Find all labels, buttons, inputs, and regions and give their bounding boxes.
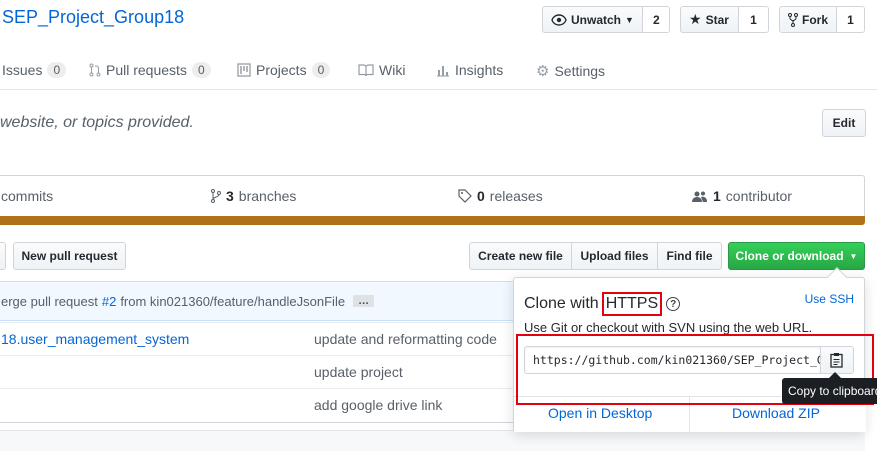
tab-wiki[interactable]: Wiki (358, 62, 405, 78)
contributors-count: 1 (713, 188, 721, 204)
branch-icon (211, 189, 221, 203)
tab-issues[interactable]: Issues 0 (2, 62, 67, 78)
star-icon: ★ (689, 11, 702, 27)
forks-count[interactable]: 1 (836, 7, 864, 32)
new-pull-request-button[interactable]: New pull request (13, 242, 126, 270)
numbers-summary: commits 3 branches 0 releases 1 contribu… (0, 175, 865, 217)
project-icon (237, 63, 251, 77)
star-label: Star (705, 12, 729, 27)
releases-label: releases (489, 188, 543, 204)
file-commit-message[interactable]: update and reformatting code (314, 331, 497, 347)
clone-or-download-label: Clone or download (735, 249, 844, 263)
branches-count: 3 (226, 188, 234, 204)
clone-subtitle: Use Git or checkout with SVN using the w… (524, 320, 813, 335)
copy-tooltip: Copy to clipboard (782, 378, 877, 404)
book-icon (358, 63, 374, 76)
fork-icon (788, 12, 798, 27)
eye-icon (551, 13, 567, 26)
tab-insights-label: Insights (455, 62, 504, 78)
commit-message-suffix: from kin021360/feature/handleJsonFile (120, 293, 346, 309)
pull-request-icon (89, 63, 101, 77)
protocol-label: HTTPS (601, 292, 663, 316)
contributors-link[interactable]: 1 contributor (692, 188, 792, 204)
file-name-link[interactable]: 18.user_management_system (1, 331, 189, 347)
create-new-file-button[interactable]: Create new file (469, 242, 572, 270)
latest-commit: erge pull request #2 from kin021360/feat… (0, 281, 514, 321)
commits-link[interactable]: commits (1, 188, 53, 204)
clone-title-prefix: Clone with (524, 295, 599, 312)
dropdown-caret-icon: ▼ (849, 251, 858, 261)
language-bar[interactable] (0, 216, 865, 225)
tab-pull-requests[interactable]: Pull requests 0 (89, 62, 211, 78)
tab-issues-label: Issues (2, 62, 43, 78)
issues-counter: 0 (47, 62, 67, 78)
gear-icon: ⚙ (536, 63, 550, 80)
repo-title[interactable]: SEP_Project_Group18 (2, 7, 184, 28)
branches-link[interactable]: 3 branches (211, 188, 296, 204)
dropdown-caret-icon: ▼ (625, 14, 634, 25)
expand-commit-button[interactable]: … (353, 295, 375, 307)
readme-header (0, 430, 865, 451)
clone-title: Clone with HTTPS ? (524, 292, 681, 316)
download-zip-link[interactable]: Download ZIP (732, 405, 820, 421)
pull-requests-counter: 0 (191, 62, 211, 78)
tab-settings-label: Settings (554, 63, 606, 79)
watchers-count[interactable]: 2 (641, 7, 669, 32)
dropdown-caret (827, 267, 847, 287)
file-commit-message[interactable]: add google drive link (314, 397, 442, 413)
question-icon[interactable]: ? (666, 297, 681, 311)
upload-files-button[interactable]: Upload files (571, 242, 658, 270)
repo-description: website, or topics provided. (0, 114, 194, 131)
tab-wiki-label: Wiki (379, 62, 406, 78)
tab-insights[interactable]: Insights (436, 62, 503, 78)
tab-settings[interactable]: ⚙ Settings (536, 62, 605, 80)
watch-button-group[interactable]: Unwatch ▼ 2 (542, 6, 670, 33)
tab-projects-label: Projects (256, 62, 307, 78)
file-row: 18.user_management_system update and ref… (0, 322, 514, 355)
contributors-label: contributor (725, 188, 792, 204)
clone-or-download-button[interactable]: Clone or download ▼ (728, 242, 865, 270)
star-button[interactable]: ★ Star (681, 7, 737, 32)
graph-icon (437, 65, 449, 76)
stargazers-count[interactable]: 1 (738, 7, 768, 32)
branches-label: branches (238, 188, 297, 204)
repo-nav: Issues 0 Pull requests 0 Projects 0 Wiki… (0, 56, 877, 90)
unwatch-button[interactable]: Unwatch ▼ (543, 7, 642, 32)
commits-label: commits (1, 188, 54, 204)
fork-label: Fork (802, 12, 829, 27)
fork-button-group[interactable]: Fork 1 (779, 6, 865, 33)
releases-count: 0 (477, 188, 485, 204)
file-commit-message[interactable]: update project (314, 364, 403, 380)
file-row: add google drive link (0, 388, 514, 421)
branch-select-button[interactable] (0, 242, 6, 270)
star-button-group[interactable]: ★ Star 1 (680, 6, 769, 33)
tab-projects[interactable]: Projects 0 (237, 62, 331, 78)
projects-counter: 0 (311, 62, 331, 78)
pull-request-link[interactable]: #2 (102, 294, 116, 309)
find-file-button[interactable]: Find file (657, 242, 722, 270)
tag-icon (458, 189, 472, 203)
unwatch-label: Unwatch (571, 12, 622, 27)
fork-button[interactable]: Fork (780, 7, 836, 32)
people-icon (692, 191, 707, 202)
tab-pull-requests-label: Pull requests (106, 62, 187, 78)
file-table-bottom-border (0, 422, 514, 423)
file-row: update project (0, 355, 514, 388)
commit-message-prefix: erge pull request (1, 293, 98, 309)
open-in-desktop-link[interactable]: Open in Desktop (548, 405, 652, 421)
edit-description-button[interactable]: Edit (822, 109, 866, 137)
releases-link[interactable]: 0 releases (458, 188, 543, 204)
use-ssh-link[interactable]: Use SSH (805, 292, 854, 306)
